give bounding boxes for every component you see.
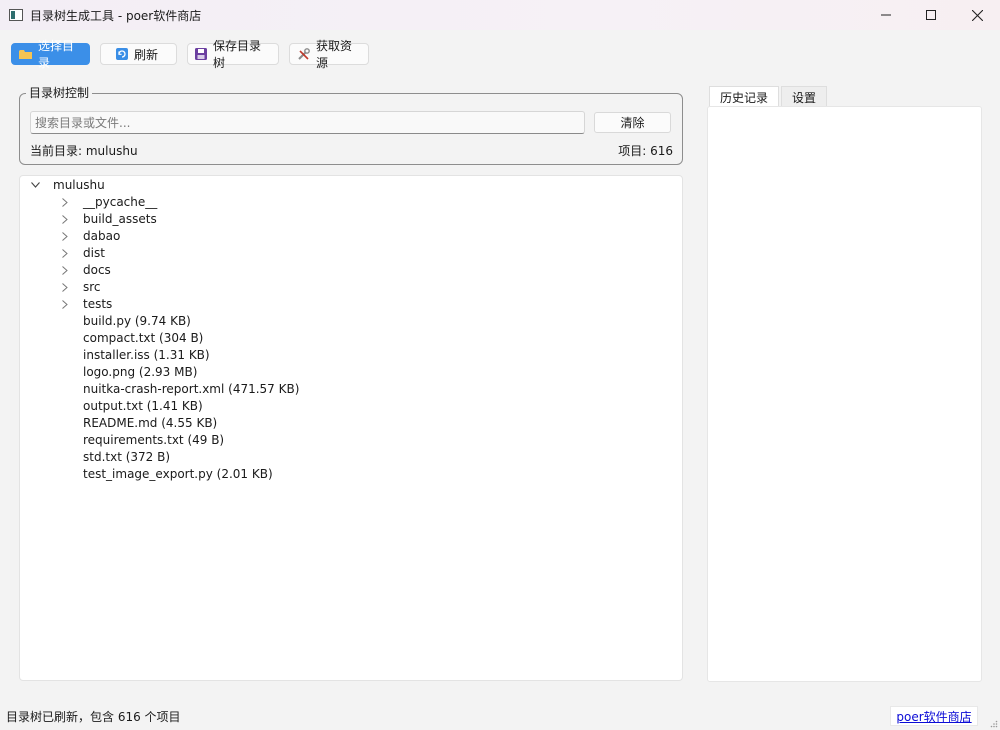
status-message: 目录树已刷新，包含 616 个项目 bbox=[6, 710, 181, 724]
refresh-button[interactable]: 刷新 bbox=[100, 43, 177, 65]
tree-folder[interactable]: __pycache__ bbox=[83, 193, 157, 210]
tree-folder[interactable]: dabao bbox=[83, 227, 120, 244]
tree-file[interactable]: build.py (9.74 KB) bbox=[83, 312, 191, 329]
tools-icon bbox=[297, 47, 310, 61]
directory-tree[interactable]: mulushu __pycache__ build_assets dabao d… bbox=[19, 175, 683, 681]
chevron-right-icon[interactable] bbox=[60, 214, 70, 224]
window-title: 目录树生成工具 - poer软件商店 bbox=[30, 8, 202, 23]
resize-grip-icon[interactable] bbox=[990, 720, 998, 728]
save-tree-button[interactable]: 保存目录树 bbox=[187, 39, 279, 70]
tree-file[interactable]: compact.txt (304 B) bbox=[83, 329, 203, 346]
toolbar: 选择目录 刷新 保存目录树 获取资源 bbox=[0, 39, 1000, 70]
select-directory-button[interactable]: 选择目录 bbox=[11, 39, 90, 70]
refresh-label: 刷新 bbox=[134, 47, 159, 62]
item-count-label: 项目: 616 bbox=[618, 144, 673, 158]
chevron-right-icon[interactable] bbox=[60, 265, 70, 275]
close-icon bbox=[971, 9, 983, 21]
chevron-right-icon[interactable] bbox=[60, 299, 70, 309]
maximize-button[interactable] bbox=[908, 0, 954, 30]
tree-file[interactable]: README.md (4.55 KB) bbox=[83, 414, 217, 431]
history-panel bbox=[707, 106, 982, 682]
title-bar: 目录树生成工具 - poer软件商店 bbox=[0, 0, 1000, 30]
tree-file[interactable]: installer.iss (1.31 KB) bbox=[83, 346, 210, 363]
close-button[interactable] bbox=[954, 0, 1000, 30]
tree-file[interactable]: requirements.txt (49 B) bbox=[83, 431, 224, 448]
chevron-right-icon[interactable] bbox=[60, 231, 70, 241]
tree-folder[interactable]: docs bbox=[83, 261, 111, 278]
tree-root[interactable]: mulushu bbox=[53, 176, 105, 193]
save-tree-label: 保存目录树 bbox=[213, 39, 262, 70]
tree-folder[interactable]: tests bbox=[83, 295, 112, 312]
tree-folder[interactable]: src bbox=[83, 278, 101, 295]
store-link[interactable]: poer软件商店 bbox=[890, 706, 978, 726]
chevron-right-icon[interactable] bbox=[60, 248, 70, 258]
tree-folder[interactable]: build_assets bbox=[83, 210, 157, 227]
clear-button[interactable]: 清除 bbox=[594, 112, 671, 133]
minimize-button[interactable] bbox=[863, 0, 909, 30]
chevron-right-icon[interactable] bbox=[60, 197, 70, 207]
current-directory-label: 当前目录: mulushu bbox=[30, 144, 138, 158]
refresh-icon bbox=[116, 48, 128, 60]
floppy-disk-icon bbox=[195, 48, 207, 60]
maximize-icon bbox=[926, 10, 936, 20]
chevron-right-icon[interactable] bbox=[60, 282, 70, 292]
folder-icon bbox=[19, 49, 32, 60]
tree-file[interactable]: logo.png (2.93 MB) bbox=[83, 363, 197, 380]
tree-file[interactable]: output.txt (1.41 KB) bbox=[83, 397, 203, 414]
chevron-down-icon[interactable] bbox=[30, 180, 40, 190]
select-directory-label: 选择目录 bbox=[38, 39, 75, 70]
tree-file[interactable]: std.txt (372 B) bbox=[83, 448, 170, 465]
get-resources-label: 获取资源 bbox=[316, 39, 353, 70]
tree-folder[interactable]: dist bbox=[83, 244, 105, 261]
tree-control-group-title: 目录树控制 bbox=[26, 84, 93, 101]
tree-file[interactable]: nuitka-crash-report.xml (471.57 KB) bbox=[83, 380, 299, 397]
tab-settings[interactable]: 设置 bbox=[781, 86, 827, 107]
minimize-icon bbox=[881, 14, 891, 16]
search-input[interactable] bbox=[30, 111, 585, 134]
get-resources-button[interactable]: 获取资源 bbox=[289, 39, 369, 70]
tab-history[interactable]: 历史记录 bbox=[709, 86, 779, 107]
tree-file[interactable]: test_image_export.py (2.01 KB) bbox=[83, 465, 273, 482]
app-icon bbox=[9, 9, 23, 21]
